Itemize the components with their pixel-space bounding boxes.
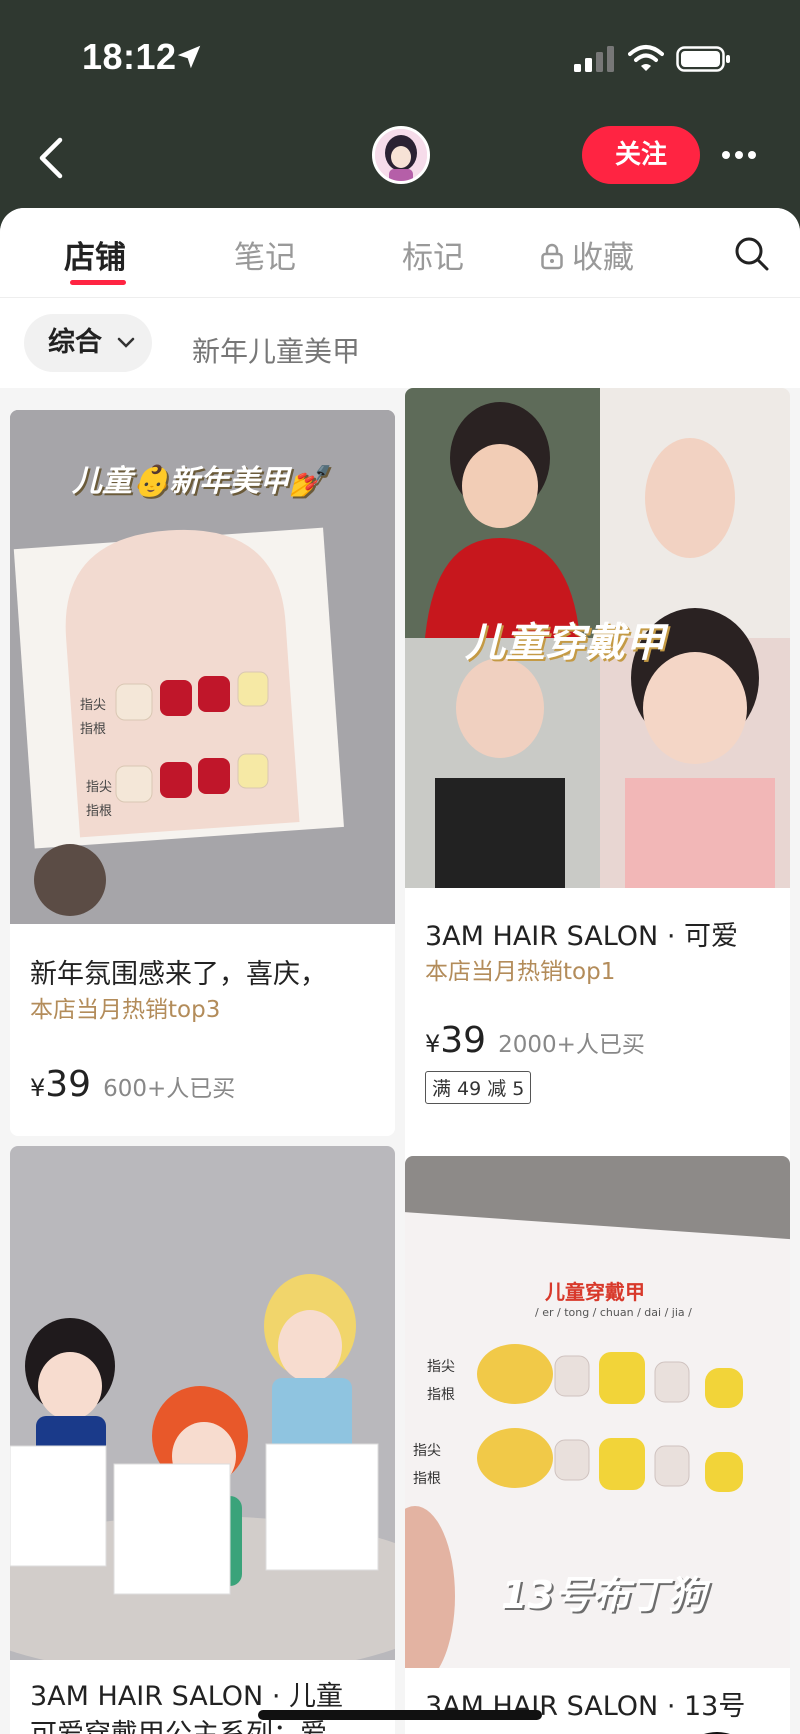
nail-label-tip: 指尖 (86, 780, 113, 795)
sort-dropdown[interactable]: 综合 (24, 314, 152, 372)
status-time: 18:12 (82, 36, 177, 77)
lock-icon (541, 243, 563, 270)
currency: ¥ (30, 1074, 46, 1102)
wifi-icon (628, 45, 664, 71)
active-tab-indicator (70, 280, 126, 285)
filter-keyword[interactable]: 新年儿童美甲 (192, 330, 360, 370)
avatar[interactable] (372, 126, 430, 184)
profile-nav-bar: 关注 (0, 110, 800, 210)
more-icon[interactable] (722, 140, 766, 170)
product-title: 3AM HAIR SALON · 儿童 (30, 1681, 343, 1712)
product-badge: 本店当月热销top1 (425, 959, 616, 985)
price-row: ¥39 600+人已买 (30, 1064, 235, 1105)
tab-favorites[interactable]: 收藏 (572, 232, 634, 277)
image-banner-text: 儿童穿戴甲 (465, 620, 665, 666)
home-indicator (258, 1710, 542, 1720)
coupon-badge: 满 49 减 5 (425, 1071, 532, 1104)
card-label: 儿童穿戴甲 (545, 1280, 645, 1304)
image-banner-text: 儿童👶新年美甲💅 (72, 464, 327, 499)
signal-icon (574, 46, 614, 72)
filter-bar: 综合 新年儿童美甲 (0, 298, 800, 388)
search-icon[interactable] (734, 236, 770, 272)
nail-label-tip: 指尖 (427, 1359, 455, 1375)
back-chevron-icon[interactable] (32, 134, 72, 182)
avatar-illustration (375, 129, 427, 181)
tab-notes[interactable]: 笔记 (234, 232, 296, 277)
nail-label-root: 指根 (413, 1471, 441, 1487)
location-arrow-icon (177, 45, 201, 69)
nail-label-root: 指根 (86, 804, 113, 819)
store-sheet: 店铺 笔记 标记 收藏 综合 新年儿童美甲 儿童👶新年美甲💅 指尖 指根 指尖 … (0, 208, 800, 1734)
chevron-down-icon (117, 337, 135, 348)
price-value: 39 (440, 1020, 487, 1061)
price-row: ¥39 2000+人已买 (425, 1020, 645, 1061)
nail-label-root: 指根 (427, 1387, 455, 1403)
battery-icon (676, 46, 730, 72)
tab-bar: 店铺 笔记 标记 收藏 (0, 208, 800, 298)
nail-label-tip: 指尖 (80, 698, 107, 713)
product-card[interactable]: 儿童穿戴甲 / er / tong / chuan / dai / jia / … (405, 1156, 790, 1734)
sold-count: 2000+人已买 (498, 1032, 645, 1058)
image-banner-text: 13号布丁狗 (501, 1573, 706, 1617)
sold-count: 600+人已买 (103, 1076, 236, 1102)
nail-label-tip: 指尖 (413, 1443, 441, 1459)
tab-store[interactable]: 店铺 (64, 232, 126, 277)
product-title: 3AM HAIR SALON · 可爱 (425, 921, 738, 952)
sort-label: 综合 (48, 327, 102, 358)
price-value: 39 (45, 1064, 92, 1105)
product-card[interactable]: 3AM HAIR SALON · 儿童 可爱穿戴甲公主系列：爱 (10, 1146, 395, 1734)
product-title: 新年氛围感来了，喜庆， (30, 959, 327, 990)
product-badge: 本店当月热销top3 (30, 997, 221, 1023)
card-label-pinyin: / er / tong / chuan / dai / jia / (535, 1306, 692, 1319)
currency: ¥ (425, 1030, 441, 1058)
tab-marks[interactable]: 标记 (402, 232, 464, 277)
nail-label-root: 指根 (80, 722, 107, 737)
product-image (10, 1146, 395, 1660)
follow-button[interactable]: 关注 (582, 126, 700, 184)
product-card[interactable]: 儿童👶新年美甲💅 指尖 指根 指尖 指根 新年氛围感来了，喜庆， 本店当月热销t… (10, 410, 395, 1136)
status-bar: 18:12 (0, 0, 800, 110)
